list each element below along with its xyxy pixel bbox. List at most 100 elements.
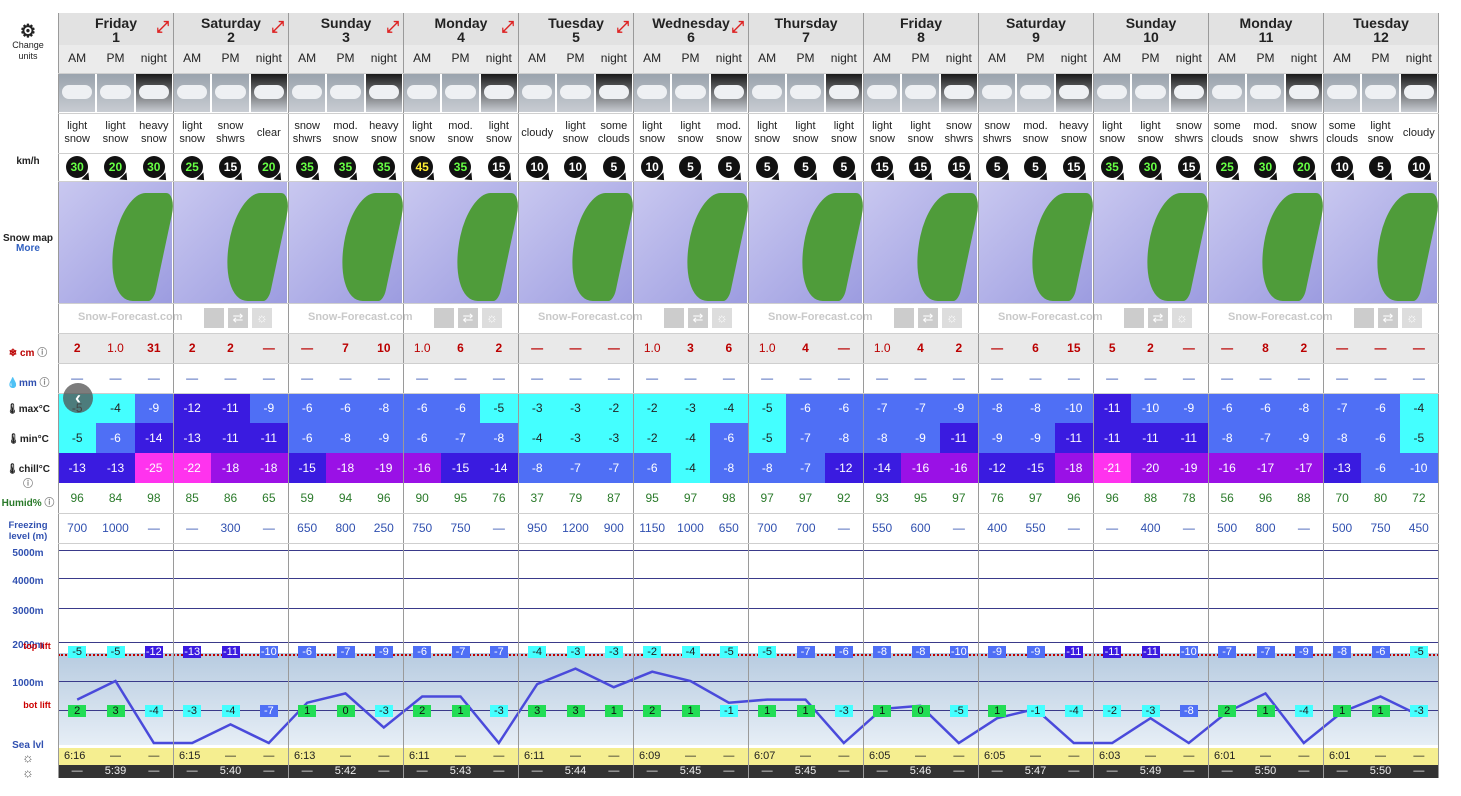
max-temp: -6 — [403, 393, 442, 423]
info-icon[interactable]: ⓘ — [40, 378, 50, 389]
snow-value: — — [1399, 333, 1438, 363]
top-lift-temp: -7 — [489, 646, 508, 658]
top-lift-temp: -10 — [949, 646, 968, 658]
info-icon[interactable]: ⓘ — [44, 498, 54, 509]
snow-map-refresh-icon[interactable]: ⇄ — [228, 308, 248, 328]
change-units-button[interactable]: ⚙ Change units — [0, 22, 56, 62]
wind-arrow-icon: 10 — [633, 153, 671, 181]
sunrise-time: — — [1246, 748, 1285, 765]
freezing-label: Freezing level (m) — [8, 520, 48, 542]
freezing-level: — — [952, 521, 965, 535]
cloud-icon — [407, 85, 438, 99]
expand-arrows-icon[interactable]: ⤢ — [271, 20, 284, 36]
snow-map-arrow-icon[interactable] — [664, 308, 684, 328]
snow-map-more-link[interactable]: More — [0, 243, 56, 254]
snow-value: — — [518, 333, 557, 363]
period-label: night — [479, 45, 518, 73]
snow-map-refresh-icon[interactable]: ⇄ — [918, 308, 938, 328]
bot-lift-temp: 1 — [604, 705, 623, 717]
wind-speed: 25 — [1216, 156, 1239, 178]
snow-map-sun-icon[interactable]: ☼ — [482, 308, 502, 328]
humidity: 95 — [913, 491, 928, 505]
snow-map-sun-icon[interactable]: ☼ — [1172, 308, 1192, 328]
expand-arrows-icon[interactable]: ⤢ — [731, 20, 744, 36]
snow-map-arrow-icon[interactable] — [1354, 308, 1374, 328]
wind-arrow-icon: 5 — [825, 153, 863, 181]
sunset-time: — — [1169, 765, 1208, 778]
expand-arrows-icon[interactable]: ⤢ — [386, 20, 399, 36]
top-lift-temp: -9 — [374, 646, 393, 658]
snow-map-arrow-icon[interactable] — [434, 308, 454, 328]
weather-text: light snow — [1137, 120, 1164, 145]
day-date: 9 — [1032, 29, 1040, 45]
min-temp: -3 — [594, 423, 633, 453]
max-temp: -4 — [1399, 393, 1438, 423]
bot-lift-temp: -3 — [489, 705, 508, 717]
rain-value: — — [1336, 371, 1349, 385]
weather-text: light snow — [562, 120, 589, 145]
weather-text: heavy snow — [1059, 120, 1089, 145]
snow-map-sun-icon[interactable]: ☼ — [1402, 308, 1422, 328]
sunset-time: 5:50 — [1246, 765, 1285, 778]
info-icon[interactable]: ⓘ — [23, 479, 33, 490]
period-label: PM — [211, 45, 250, 73]
day-divider — [403, 13, 404, 778]
min-temp: -11 — [1169, 423, 1208, 453]
rain-value: — — [1297, 371, 1310, 385]
wind-arrow-icon: 5 — [748, 153, 786, 181]
sunrise-time: — — [556, 748, 595, 765]
chevron-left-icon[interactable]: ‹ — [63, 383, 93, 413]
top-lift-temp: -6 — [413, 646, 432, 658]
weather-text: mod. snow — [715, 120, 742, 145]
row-divider — [58, 543, 1439, 544]
period-label: PM — [556, 45, 595, 73]
max-temp: -6 — [1246, 393, 1285, 423]
sunset-time: 5:40 — [211, 765, 250, 778]
snow-map-sun-icon[interactable]: ☼ — [942, 308, 962, 328]
rain-value: — — [224, 371, 237, 385]
weather-text: some clouds — [1326, 120, 1359, 145]
snow-map-refresh-icon[interactable]: ⇄ — [688, 308, 708, 328]
expand-arrows-icon[interactable]: ⤢ — [616, 20, 629, 36]
max-temp: -4 — [96, 393, 135, 423]
expand-arrows-icon[interactable]: ⤢ — [156, 20, 169, 36]
wind-speed: 35 — [1101, 156, 1124, 178]
chill-temp: -18 — [1054, 453, 1093, 483]
cloud-icon — [177, 85, 208, 99]
snow-map-refresh-icon[interactable]: ⇄ — [1148, 308, 1168, 328]
min-temp: -4 — [671, 423, 710, 453]
rain-value: — — [531, 371, 544, 385]
period-label: PM — [1016, 45, 1055, 73]
min-temp: -6 — [709, 423, 748, 453]
snow-map-arrow-icon[interactable] — [1124, 308, 1144, 328]
max-temp: -11 — [1093, 393, 1132, 423]
min-temp: -11 — [249, 423, 288, 453]
humidity: 90 — [415, 491, 429, 505]
expand-arrows-icon[interactable]: ⤢ — [501, 20, 514, 36]
top-lift-temp: -11 — [1141, 646, 1160, 658]
snow-map-arrow-icon[interactable] — [894, 308, 914, 328]
freezing-level: 1000 — [102, 521, 129, 535]
cloud-icon — [1403, 85, 1434, 99]
day-name: Sunday — [1125, 15, 1177, 31]
cloud-icon — [138, 85, 169, 99]
humidity: 97 — [683, 491, 698, 505]
rain-value: — — [109, 371, 122, 385]
wind-arrow-icon: 25 — [1208, 153, 1246, 181]
snow-map-refresh-icon[interactable]: ⇄ — [1378, 308, 1398, 328]
snow-map-refresh-icon[interactable]: ⇄ — [458, 308, 478, 328]
info-icon[interactable]: ⓘ — [37, 348, 47, 359]
snow-map-sun-icon[interactable]: ☼ — [252, 308, 272, 328]
bot-lift-temp: 1 — [988, 705, 1007, 717]
weather-text: light snow — [1367, 120, 1394, 145]
wind-speed: 30 — [66, 156, 89, 178]
min-temp: -13 — [173, 423, 212, 453]
min-temp: -14 — [134, 423, 173, 453]
min-temp: -11 — [1054, 423, 1093, 453]
bot-lift-temp: -3 — [183, 705, 202, 717]
wind-speed: 15 — [947, 156, 970, 178]
freezing-level: 800 — [1255, 521, 1276, 535]
snow-map-arrow-icon[interactable] — [204, 308, 224, 328]
snow-map-sun-icon[interactable]: ☼ — [712, 308, 732, 328]
snow-value: 6 — [441, 333, 480, 363]
